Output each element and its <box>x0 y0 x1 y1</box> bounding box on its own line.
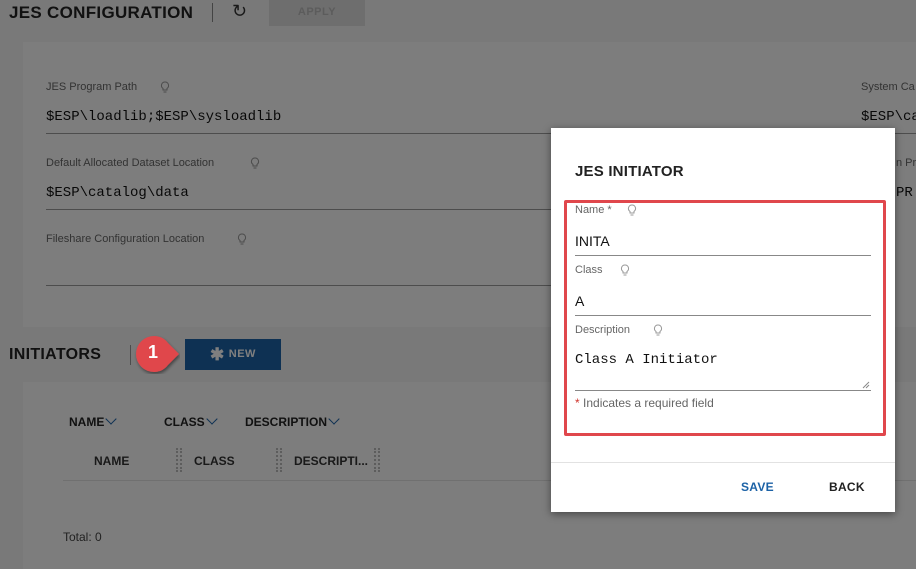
jes-initiator-dialog: JES INITIATOR Name * INITA Class A Descr… <box>551 128 895 512</box>
save-button[interactable]: SAVE <box>741 480 774 494</box>
dialog-footer-divider <box>551 462 895 463</box>
dialog-title: JES INITIATOR <box>575 163 684 180</box>
back-button[interactable]: BACK <box>829 480 865 494</box>
callout-number: 1 <box>147 342 158 362</box>
annotation-highlight-box <box>564 200 886 436</box>
